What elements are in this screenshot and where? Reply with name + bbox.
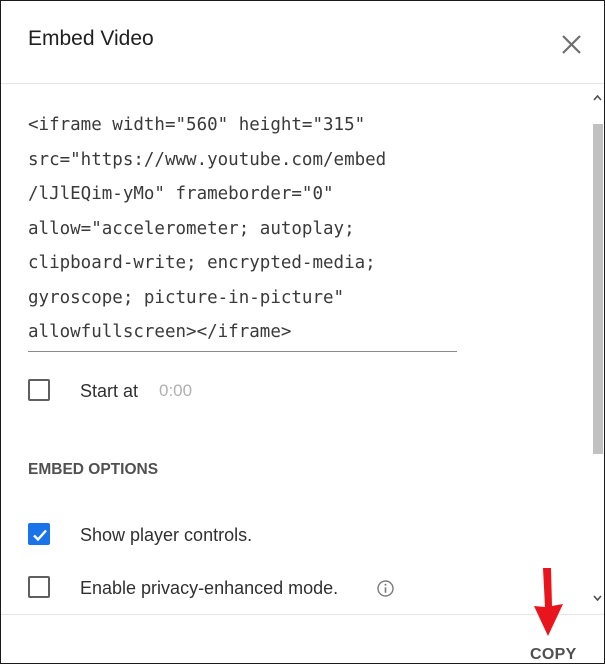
- start-at-checkbox[interactable]: [28, 379, 50, 401]
- checkmark-icon: [33, 529, 47, 542]
- vertical-scrollbar[interactable]: [591, 84, 604, 614]
- embed-code-line: /lJlEQim-yMo" frameborder="0": [28, 184, 334, 204]
- dialog-footer: [1, 614, 604, 663]
- scrollbar-thumb[interactable]: [593, 124, 603, 454]
- start-time-input[interactable]: 0:00: [159, 381, 192, 401]
- embed-code-line: src="https://www.youtube.com/embed: [28, 149, 387, 170]
- info-icon[interactable]: [376, 579, 395, 598]
- embed-code-line: gyroscope; picture-in-picture": [28, 287, 345, 308]
- embed-options-heading: EMBED OPTIONS: [28, 461, 159, 478]
- privacy-enhanced-checkbox[interactable]: [28, 576, 50, 598]
- start-at-label: Start at: [80, 381, 139, 401]
- scroll-up-arrow-icon[interactable]: [591, 92, 604, 104]
- embed-code-line: allowfullscreen></iframe>: [28, 322, 292, 342]
- dialog-content: <iframe width="560" height="315" src="htt…: [1, 84, 604, 614]
- embed-code-line: <iframe width="560" height="315": [28, 115, 366, 135]
- red-arrow-icon: [534, 568, 563, 636]
- dialog-title: Embed Video: [28, 27, 154, 50]
- privacy-enhanced-label: Enable privacy-enhanced mode.: [80, 578, 339, 598]
- copy-button[interactable]: COPY: [530, 646, 577, 664]
- textarea-underline: [28, 351, 457, 352]
- show-player-controls-label: Show player controls.: [80, 525, 253, 545]
- embed-code-line: clipboard-write; encrypted-media;: [28, 253, 376, 273]
- embed-video-dialog: Embed Video <iframe width="560" height="…: [0, 0, 605, 664]
- scroll-down-arrow-icon[interactable]: [591, 592, 604, 604]
- show-player-controls-checkbox[interactable]: [28, 523, 50, 545]
- embed-code-textarea[interactable]: <iframe width="560" height="315" src="htt…: [28, 108, 456, 350]
- dialog-header: Embed Video: [1, 1, 604, 84]
- close-icon[interactable]: [557, 29, 587, 59]
- embed-code-line: allow="accelerometer; autoplay;: [28, 218, 355, 239]
